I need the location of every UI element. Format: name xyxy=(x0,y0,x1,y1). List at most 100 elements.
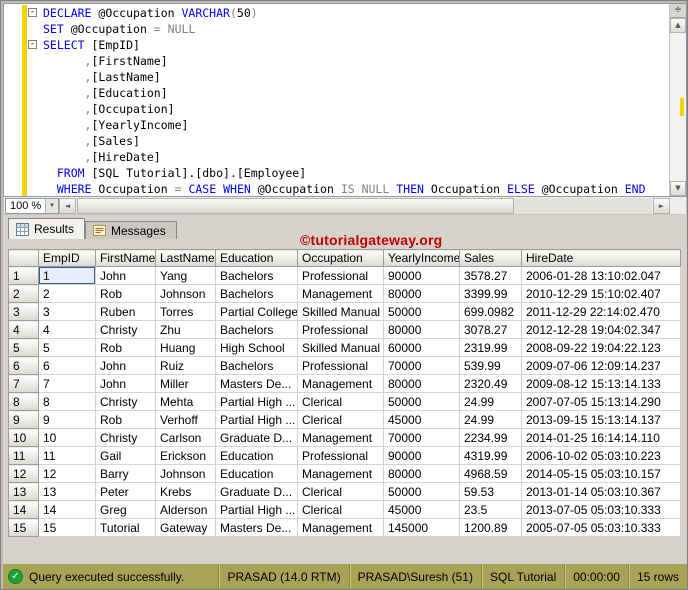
grid-cell[interactable]: Christy xyxy=(95,320,156,339)
column-header-firstname[interactable]: FirstName xyxy=(95,249,156,267)
grid-cell[interactable]: 2007-07-05 15:13:14.290 xyxy=(521,392,681,411)
grid-cell[interactable]: Management xyxy=(297,374,384,393)
grid-cell[interactable]: Education xyxy=(215,446,298,465)
grid-cell[interactable]: 15 xyxy=(38,518,96,537)
grid-cell[interactable]: Johnson xyxy=(155,284,216,303)
grid-cell[interactable]: Rob xyxy=(95,410,156,429)
tab-results[interactable]: Results xyxy=(8,218,86,239)
grid-cell[interactable]: John xyxy=(95,266,156,285)
row-header[interactable]: 12 xyxy=(8,464,39,483)
grid-cell[interactable]: 7 xyxy=(38,374,96,393)
grid-cell[interactable]: 70000 xyxy=(383,428,460,447)
sql-editor[interactable]: - DECLARE @Occupation VARCHAR(50) SET @Occ… xyxy=(3,3,687,197)
grid-cell[interactable]: Yang xyxy=(155,266,216,285)
grid-cell[interactable]: Management xyxy=(297,284,384,303)
grid-corner[interactable] xyxy=(8,249,39,267)
code-editor-text[interactable]: - DECLARE @Occupation VARCHAR(50) SET @Occ… xyxy=(4,4,669,196)
grid-cell[interactable]: 80000 xyxy=(383,464,460,483)
row-header[interactable]: 15 xyxy=(8,518,39,537)
grid-cell[interactable]: Rob xyxy=(95,284,156,303)
grid-cell[interactable]: 2011-12-29 22:14:02.470 xyxy=(521,302,681,321)
horizontal-scrollbar-thumb[interactable] xyxy=(77,197,514,214)
grid-cell[interactable]: 5 xyxy=(38,338,96,357)
grid-cell[interactable]: 2013-09-15 15:13:14.137 xyxy=(521,410,681,429)
scroll-left-button[interactable]: ◄ xyxy=(59,197,76,214)
grid-cell[interactable]: Partial High ... xyxy=(215,500,298,519)
grid-cell[interactable]: Management xyxy=(297,464,384,483)
grid-cell[interactable]: Management xyxy=(297,518,384,537)
grid-cell[interactable]: Clerical xyxy=(297,410,384,429)
grid-cell[interactable]: Greg xyxy=(95,500,156,519)
grid-cell[interactable]: Gateway xyxy=(155,518,216,537)
grid-cell[interactable]: Partial High ... xyxy=(215,392,298,411)
grid-cell[interactable]: Johnson xyxy=(155,464,216,483)
column-header-lastname[interactable]: LastName xyxy=(155,249,216,267)
grid-cell[interactable]: 80000 xyxy=(383,320,460,339)
scroll-up-button[interactable]: ▲ xyxy=(670,18,686,33)
column-header-hiredate[interactable]: HireDate xyxy=(521,249,681,267)
grid-cell[interactable]: 2 xyxy=(38,284,96,303)
grid-cell[interactable]: Barry xyxy=(95,464,156,483)
column-header-occupation[interactable]: Occupation xyxy=(297,249,384,267)
grid-cell[interactable]: 2013-01-14 05:03:10.367 xyxy=(521,482,681,501)
grid-cell[interactable]: Christy xyxy=(95,392,156,411)
grid-cell[interactable]: 2319.99 xyxy=(459,338,522,357)
grid-cell[interactable]: 10 xyxy=(38,428,96,447)
grid-cell[interactable]: 60000 xyxy=(383,338,460,357)
grid-cell[interactable]: Torres xyxy=(155,302,216,321)
grid-cell[interactable]: John xyxy=(95,356,156,375)
grid-cell[interactable]: Professional xyxy=(297,266,384,285)
grid-cell[interactable]: Bachelors xyxy=(215,284,298,303)
grid-cell[interactable]: Clerical xyxy=(297,392,384,411)
grid-cell[interactable]: 2234.99 xyxy=(459,428,522,447)
grid-cell[interactable]: 4319.99 xyxy=(459,446,522,465)
editor-vertical-scrollbar[interactable]: ÷ ▲ ▼ xyxy=(669,4,686,196)
grid-cell[interactable]: Education xyxy=(215,464,298,483)
horizontal-scrollbar-track[interactable] xyxy=(77,197,652,214)
grid-cell[interactable]: 2320.49 xyxy=(459,374,522,393)
row-header[interactable]: 14 xyxy=(8,500,39,519)
grid-cell[interactable]: Ruben xyxy=(95,302,156,321)
grid-cell[interactable]: Ruiz xyxy=(155,356,216,375)
grid-cell[interactable]: 4968.59 xyxy=(459,464,522,483)
grid-cell[interactable]: 9 xyxy=(38,410,96,429)
collapse-region-button[interactable]: - xyxy=(28,40,37,49)
grid-cell[interactable]: 3 xyxy=(38,302,96,321)
column-header-education[interactable]: Education xyxy=(215,249,298,267)
grid-cell[interactable]: 24.99 xyxy=(459,392,522,411)
grid-cell[interactable]: 2014-05-15 05:03:10.157 xyxy=(521,464,681,483)
grid-cell[interactable]: 2008-09-22 19:04:22.123 xyxy=(521,338,681,357)
grid-cell[interactable]: 70000 xyxy=(383,356,460,375)
grid-cell[interactable]: Masters De... xyxy=(215,518,298,537)
scroll-down-button[interactable]: ▼ xyxy=(670,181,686,196)
grid-cell[interactable]: Masters De... xyxy=(215,374,298,393)
grid-cell[interactable]: 2009-08-12 15:13:14.133 xyxy=(521,374,681,393)
grid-cell[interactable]: John xyxy=(95,374,156,393)
grid-cell[interactable]: 80000 xyxy=(383,374,460,393)
grid-cell[interactable]: 80000 xyxy=(383,284,460,303)
vertical-scrollbar-track[interactable] xyxy=(670,33,686,181)
grid-cell[interactable]: 90000 xyxy=(383,446,460,465)
grid-cell[interactable]: Clerical xyxy=(297,482,384,501)
grid-cell[interactable]: Bachelors xyxy=(215,356,298,375)
grid-cell[interactable]: Management xyxy=(297,428,384,447)
row-header[interactable]: 13 xyxy=(8,482,39,501)
grid-cell[interactable]: Partial College xyxy=(215,302,298,321)
collapse-region-button[interactable]: - xyxy=(28,8,37,17)
grid-cell[interactable]: 3399.99 xyxy=(459,284,522,303)
grid-cell[interactable]: Erickson xyxy=(155,446,216,465)
grid-cell[interactable]: Miller xyxy=(155,374,216,393)
grid-cell[interactable]: Verhoff xyxy=(155,410,216,429)
grid-cell[interactable]: Bachelors xyxy=(215,266,298,285)
grid-cell[interactable]: High School xyxy=(215,338,298,357)
grid-cell[interactable]: 1 xyxy=(38,266,96,285)
row-header[interactable]: 5 xyxy=(8,338,39,357)
grid-cell[interactable]: 2014-01-25 16:14:14.110 xyxy=(521,428,681,447)
grid-cell[interactable]: 539.99 xyxy=(459,356,522,375)
grid-cell[interactable]: 24.99 xyxy=(459,410,522,429)
row-header[interactable]: 7 xyxy=(8,374,39,393)
scroll-right-button[interactable]: ► xyxy=(653,197,670,214)
grid-cell[interactable]: 2005-07-05 05:03:10.333 xyxy=(521,518,681,537)
grid-cell[interactable]: Gail xyxy=(95,446,156,465)
grid-cell[interactable]: 45000 xyxy=(383,410,460,429)
